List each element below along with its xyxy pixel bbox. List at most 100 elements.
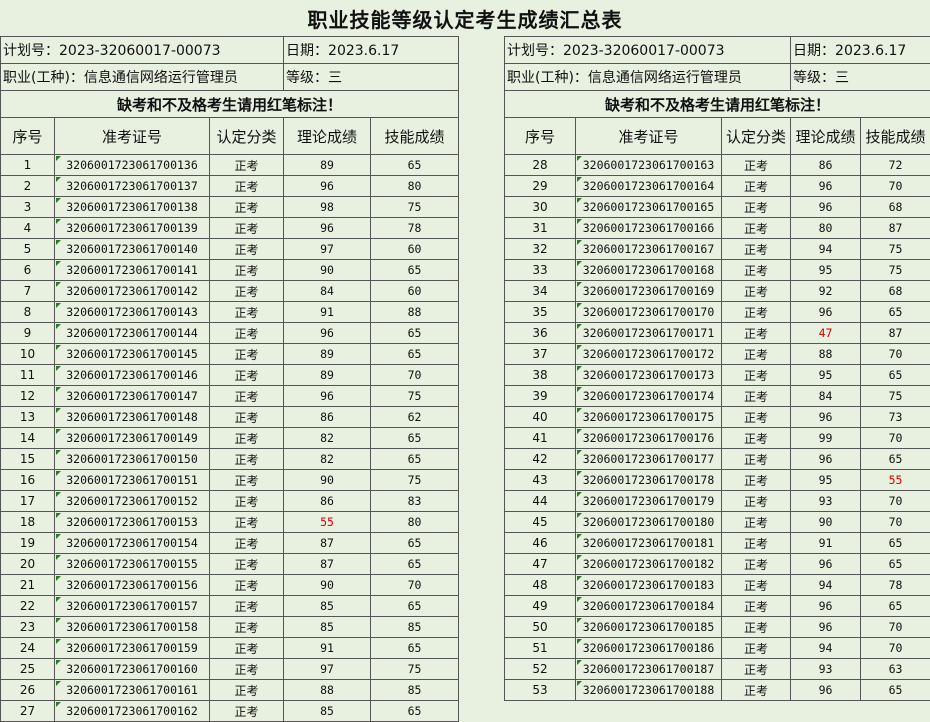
category-cell[interactable]: 正考 [210,491,284,512]
ticket-id-cell[interactable]: 3206001723061700164 [576,176,722,197]
theory-score-cell[interactable]: 96 [284,323,371,344]
seq-cell[interactable]: 40 [505,407,576,428]
ticket-id-cell[interactable]: 3206001723061700166 [576,218,722,239]
ticket-id-cell[interactable]: 3206001723061700165 [576,197,722,218]
seq-cell[interactable]: 39 [505,386,576,407]
ticket-id-cell[interactable]: 3206001723061700171 [576,323,722,344]
theory-score-cell[interactable]: 94 [791,239,861,260]
ticket-id-cell[interactable]: 3206001723061700173 [576,365,722,386]
seq-cell[interactable]: 1 [1,155,55,176]
category-cell[interactable]: 正考 [210,176,284,197]
skill-score-cell[interactable]: 63 [861,659,930,680]
category-cell[interactable]: 正考 [210,575,284,596]
ticket-id-cell[interactable]: 3206001723061700175 [576,407,722,428]
seq-cell[interactable]: 35 [505,302,576,323]
skill-score-cell[interactable]: 68 [861,197,930,218]
skill-score-cell[interactable]: 87 [861,218,930,239]
seq-cell[interactable]: 16 [1,470,55,491]
seq-cell[interactable]: 37 [505,344,576,365]
theory-score-cell[interactable]: 96 [284,218,371,239]
skill-score-cell[interactable]: 62 [371,407,459,428]
header-skill-score[interactable]: 技能成绩 [371,118,459,155]
seq-cell[interactable]: 41 [505,428,576,449]
category-cell[interactable]: 正考 [722,533,791,554]
header-category[interactable]: 认定分类 [722,118,791,155]
ticket-id-cell[interactable]: 3206001723061700148 [55,407,210,428]
category-cell[interactable]: 正考 [210,323,284,344]
skill-score-cell[interactable]: 55 [861,470,930,491]
category-cell[interactable]: 正考 [210,428,284,449]
category-cell[interactable]: 正考 [210,617,284,638]
category-cell[interactable]: 正考 [722,281,791,302]
seq-cell[interactable]: 44 [505,491,576,512]
skill-score-cell[interactable]: 65 [371,323,459,344]
ticket-id-cell[interactable]: 3206001723061700168 [576,260,722,281]
category-cell[interactable]: 正考 [210,386,284,407]
skill-score-cell[interactable]: 88 [371,302,459,323]
level-cell[interactable]: 等级：三 [791,64,930,91]
skill-score-cell[interactable]: 65 [371,638,459,659]
ticket-id-cell[interactable]: 3206001723061700162 [55,701,210,722]
category-cell[interactable]: 正考 [210,365,284,386]
theory-score-cell[interactable]: 82 [284,428,371,449]
occupation-cell[interactable]: 职业(工种)：信息通信网络运行管理员 [1,64,284,91]
skill-score-cell[interactable]: 65 [371,533,459,554]
ticket-id-cell[interactable]: 3206001723061700167 [576,239,722,260]
category-cell[interactable]: 正考 [722,323,791,344]
ticket-id-cell[interactable]: 3206001723061700141 [55,260,210,281]
skill-score-cell[interactable]: 73 [861,407,930,428]
ticket-id-cell[interactable]: 3206001723061700157 [55,596,210,617]
theory-score-cell[interactable]: 96 [791,596,861,617]
seq-cell[interactable]: 9 [1,323,55,344]
category-cell[interactable]: 正考 [210,680,284,701]
theory-score-cell[interactable]: 88 [791,344,861,365]
theory-score-cell[interactable]: 96 [791,617,861,638]
ticket-id-cell[interactable]: 3206001723061700183 [576,575,722,596]
ticket-id-cell[interactable]: 3206001723061700176 [576,428,722,449]
ticket-id-cell[interactable]: 3206001723061700158 [55,617,210,638]
category-cell[interactable]: 正考 [722,428,791,449]
theory-score-cell[interactable]: 85 [284,617,371,638]
category-cell[interactable]: 正考 [210,659,284,680]
ticket-id-cell[interactable]: 3206001723061700140 [55,239,210,260]
ticket-id-cell[interactable]: 3206001723061700182 [576,554,722,575]
theory-score-cell[interactable]: 85 [284,701,371,722]
theory-score-cell[interactable]: 93 [791,491,861,512]
theory-score-cell[interactable]: 97 [284,239,371,260]
ticket-id-cell[interactable]: 3206001723061700178 [576,470,722,491]
ticket-id-cell[interactable]: 3206001723061700181 [576,533,722,554]
seq-cell[interactable]: 22 [1,596,55,617]
category-cell[interactable]: 正考 [210,407,284,428]
skill-score-cell[interactable]: 70 [861,512,930,533]
ticket-id-cell[interactable]: 3206001723061700150 [55,449,210,470]
category-cell[interactable]: 正考 [210,239,284,260]
ticket-id-cell[interactable]: 3206001723061700144 [55,323,210,344]
seq-cell[interactable]: 12 [1,386,55,407]
theory-score-cell[interactable]: 47 [791,323,861,344]
ticket-id-cell[interactable]: 3206001723061700188 [576,680,722,701]
category-cell[interactable]: 正考 [210,512,284,533]
seq-cell[interactable]: 52 [505,659,576,680]
ticket-id-cell[interactable]: 3206001723061700137 [55,176,210,197]
seq-cell[interactable]: 23 [1,617,55,638]
skill-score-cell[interactable]: 80 [371,176,459,197]
theory-score-cell[interactable]: 89 [284,365,371,386]
theory-score-cell[interactable]: 86 [284,407,371,428]
seq-cell[interactable]: 45 [505,512,576,533]
category-cell[interactable]: 正考 [210,302,284,323]
ticket-id-cell[interactable]: 3206001723061700172 [576,344,722,365]
theory-score-cell[interactable]: 91 [791,533,861,554]
skill-score-cell[interactable]: 80 [371,512,459,533]
theory-score-cell[interactable]: 93 [791,659,861,680]
seq-cell[interactable]: 53 [505,680,576,701]
theory-score-cell[interactable]: 96 [791,680,861,701]
skill-score-cell[interactable]: 70 [861,491,930,512]
theory-score-cell[interactable]: 87 [284,554,371,575]
skill-score-cell[interactable]: 85 [371,617,459,638]
ticket-id-cell[interactable]: 3206001723061700154 [55,533,210,554]
ticket-id-cell[interactable]: 3206001723061700146 [55,365,210,386]
ticket-id-cell[interactable]: 3206001723061700149 [55,428,210,449]
skill-score-cell[interactable]: 65 [861,596,930,617]
category-cell[interactable]: 正考 [722,302,791,323]
skill-score-cell[interactable]: 65 [861,554,930,575]
